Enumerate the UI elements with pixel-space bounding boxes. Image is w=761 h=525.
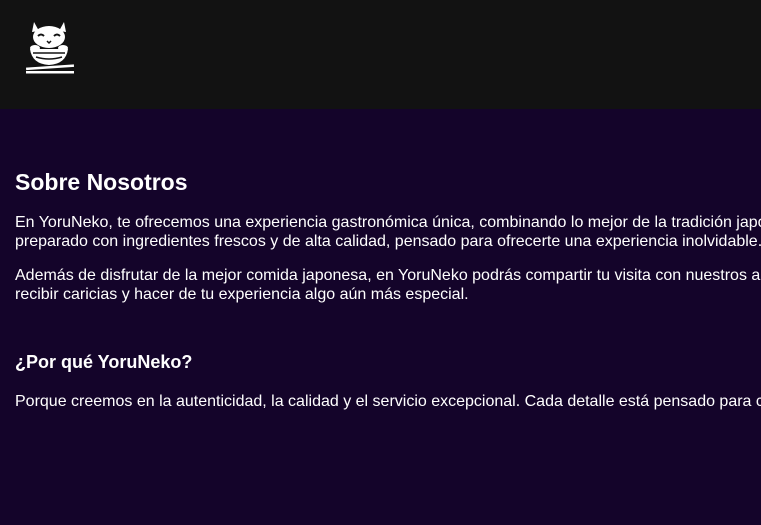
why-paragraph-line-1: Porque creemos en la autenticidad, la ca…: [15, 393, 761, 410]
about-section: Sobre Nosotros En YoruNeko, te ofrecemos…: [15, 0, 761, 525]
about-paragraph-1-line-1: En YoruNeko, te ofrecemos una experienci…: [15, 214, 761, 231]
about-title: Sobre Nosotros: [15, 169, 188, 195]
about-paragraph-2-line-1: Además de disfrutar de la mejor comida j…: [15, 267, 761, 284]
about-paragraph-1-line-2: preparado con ingredientes frescos y de …: [15, 233, 761, 250]
about-paragraph-2-line-2: recibir caricias y hacer de tu experienc…: [15, 286, 469, 303]
why-title: ¿Por qué YoruNeko?: [15, 352, 193, 372]
